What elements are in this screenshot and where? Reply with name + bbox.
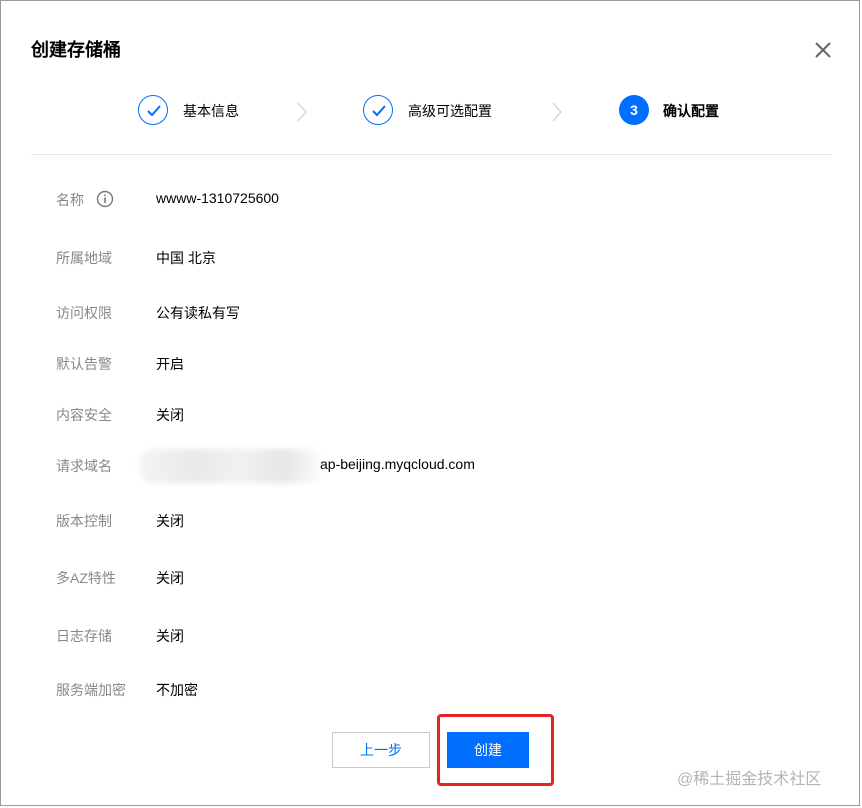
row-label-domain: 请求域名 bbox=[56, 458, 112, 474]
step-1-label: 基本信息 bbox=[183, 103, 239, 119]
step-3-label: 确认配置 bbox=[663, 103, 719, 119]
step-1-check-circle bbox=[138, 95, 168, 125]
row-label-content-security: 内容安全 bbox=[56, 407, 112, 423]
close-icon[interactable] bbox=[813, 40, 833, 60]
row-label-region: 所属地域 bbox=[56, 250, 112, 266]
row-value-versioning: 关闭 bbox=[156, 513, 184, 529]
check-icon bbox=[147, 105, 161, 117]
row-value-log-storage: 关闭 bbox=[156, 628, 184, 644]
row-value-encryption: 不加密 bbox=[156, 682, 198, 698]
chevron-right-icon bbox=[297, 102, 307, 122]
step-2-label: 高级可选配置 bbox=[408, 103, 492, 119]
watermark: @稀土掘金技术社区 bbox=[677, 771, 822, 788]
row-value-region: 中国 北京 bbox=[156, 250, 216, 266]
row-label-multi-az: 多AZ特性 bbox=[56, 570, 116, 586]
check-icon bbox=[372, 105, 386, 117]
dialog-title: 创建存储桶 bbox=[31, 40, 121, 60]
chevron-right-icon bbox=[552, 102, 562, 122]
step-2-check-circle bbox=[363, 95, 393, 125]
row-value-domain: ap-beijing.myqcloud.com bbox=[320, 456, 475, 472]
info-icon[interactable] bbox=[96, 190, 114, 208]
row-label-encryption: 服务端加密 bbox=[56, 682, 126, 698]
row-value-name: wwww-1310725600 bbox=[156, 190, 279, 206]
step-3-number-circle: 3 bbox=[619, 95, 649, 125]
row-label-name: 名称 bbox=[56, 192, 84, 208]
redacted-blur bbox=[140, 449, 320, 483]
row-label-alarm: 默认告警 bbox=[56, 356, 112, 372]
highlight-annotation-box bbox=[437, 714, 554, 786]
row-label-log-storage: 日志存储 bbox=[56, 628, 112, 644]
divider bbox=[31, 154, 831, 155]
row-value-multi-az: 关闭 bbox=[156, 570, 184, 586]
step-indicator: 基本信息 高级可选配置 3 确认配置 bbox=[0, 93, 862, 129]
row-value-content-security: 关闭 bbox=[156, 407, 184, 423]
row-label-versioning: 版本控制 bbox=[56, 513, 112, 529]
row-value-access: 公有读私有写 bbox=[156, 305, 240, 321]
prev-step-button[interactable]: 上一步 bbox=[332, 732, 430, 768]
row-label-access: 访问权限 bbox=[56, 305, 112, 321]
row-value-alarm: 开启 bbox=[156, 356, 184, 372]
